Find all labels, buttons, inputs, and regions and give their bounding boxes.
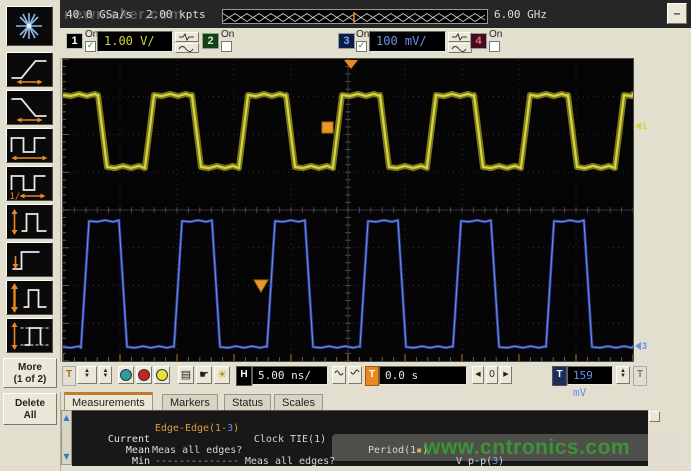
channel-2-button[interactable]: 2: [202, 33, 219, 49]
channel-3-marker-label: 3: [642, 341, 647, 351]
teal-marker-icon: [120, 369, 132, 381]
channel-1-coupling-dc-button[interactable]: [175, 43, 199, 53]
sun-icon: ☀: [217, 369, 227, 381]
scroll-down-icon[interactable]: ▼: [62, 453, 71, 461]
results-tabs: Measurements Markers Status Scales: [62, 392, 632, 410]
hand-icon: ☛: [199, 369, 209, 381]
rise-time-icon[interactable]: [6, 52, 53, 87]
channel-1-coupling: [175, 32, 199, 54]
table-scrollbar[interactable]: ▲ ▼: [61, 410, 72, 465]
screen-copy-button[interactable]: ▤: [178, 366, 194, 384]
sample-rate: 40.0 GSa/s: [66, 8, 132, 21]
status-bar: 40.0 GSa/s 2.00 kpts 6.00 GHz –: [60, 0, 691, 28]
table-row-mean: Mean -------------- -------------- 7.994…: [72, 434, 648, 445]
channel-1-scale[interactable]: 1.00 V/: [97, 31, 173, 52]
timebase-display[interactable]: 5.00 ns/: [252, 366, 328, 385]
horizontal-toolbar: T ▲▼ ▲▼ ▤ ☛ ☀ H 5.00 ns/ T 0.0 s ◀ 0 ▶ T…: [60, 362, 691, 392]
delete-label2: All: [4, 410, 56, 422]
v-base-icon[interactable]: [6, 242, 53, 277]
scroll-up-icon[interactable]: ▲: [62, 414, 71, 422]
table-row-max: Max -------------- -------------- 8.6656…: [72, 456, 648, 466]
tab-measurements[interactable]: Measurements: [64, 392, 153, 410]
channel-3-checkbox[interactable]: ✓: [356, 41, 367, 52]
oscilloscope-screen: 1/: [0, 0, 691, 471]
delay-display[interactable]: 0.0 s: [379, 366, 467, 385]
pan-right-button[interactable]: ▶: [500, 366, 512, 384]
channel-3-button[interactable]: 3: [338, 33, 355, 49]
tab-markers[interactable]: Markers: [162, 394, 218, 410]
brightness-button[interactable]: ☀: [214, 366, 230, 384]
channel-3-scale[interactable]: 100 mV/: [369, 31, 446, 52]
more-button[interactable]: More (1 of 2): [3, 358, 57, 388]
channel-2-on-label: On: [221, 29, 234, 40]
screen-copy-icon: ▤: [181, 369, 191, 381]
channel-1-marker-arrow: [635, 122, 641, 130]
table-corner-button[interactable]: [649, 411, 660, 422]
table-row-current: Current Meas all edges? Meas all edges? …: [72, 423, 648, 434]
delete-label: Delete: [4, 398, 56, 410]
trigger-button[interactable]: T: [552, 366, 567, 386]
minimize-button[interactable]: –: [667, 3, 687, 24]
trigger-t-icon: T: [62, 366, 76, 386]
waveform-display[interactable]: [62, 58, 634, 362]
fine-spinner[interactable]: ▲▼: [99, 366, 112, 384]
svg-text:1/: 1/: [10, 192, 21, 200]
channel-3-marker-arrow: [635, 342, 641, 350]
channel-controls: 1 On ✓ 1.00 V/ 2 On 3 On ✓ 100 mV/ 4 On: [60, 28, 691, 58]
marker-a-button[interactable]: [118, 366, 134, 384]
tab-status[interactable]: Status: [224, 394, 271, 410]
period-icon[interactable]: [6, 128, 53, 163]
tab-scales[interactable]: Scales: [274, 394, 323, 410]
zero-delay-button[interactable]: 0: [486, 366, 498, 384]
channel-2-checkbox[interactable]: [221, 41, 232, 52]
more-page: (1 of 2): [4, 374, 56, 386]
zoom-mode-button[interactable]: [332, 366, 346, 384]
channel-1-level-marker[interactable]: 1: [635, 121, 647, 131]
table-row-min: Min -------------- -------------- 7.3340…: [72, 445, 648, 456]
channel-3-on-label: On: [356, 29, 369, 40]
fall-time-icon[interactable]: [6, 90, 53, 125]
touch-button[interactable]: ☛: [196, 366, 212, 384]
yellow-marker-icon: [156, 369, 168, 381]
channel-3-coupling-ac-button[interactable]: [448, 32, 472, 42]
channel-1-coupling-ac-button[interactable]: [175, 32, 199, 42]
agilent-logo[interactable]: [6, 6, 53, 46]
channel-4-button[interactable]: 4: [470, 33, 487, 49]
pan-left-button[interactable]: ◀: [472, 366, 484, 384]
channel-4-checkbox[interactable]: [489, 41, 500, 52]
channel-1-marker-label: 1: [642, 121, 647, 131]
trigger-level-spinner[interactable]: ▲▼: [616, 366, 630, 384]
channel-1-button[interactable]: 1: [66, 33, 83, 49]
channel-3-level-marker[interactable]: 3: [635, 341, 647, 351]
frequency-icon[interactable]: 1/: [6, 166, 53, 201]
trigger-t-right-icon: T: [633, 366, 647, 386]
trigger-level-display[interactable]: 159 mV: [567, 366, 613, 385]
delete-all-button[interactable]: Delete All: [3, 393, 57, 425]
wave-mode-button[interactable]: [348, 366, 362, 384]
measurement-sidebar: 1/: [0, 0, 61, 471]
channel-3-coupling-dc-button[interactable]: [448, 43, 472, 53]
trigger-time-icon: T: [365, 366, 379, 386]
v-peak-peak-icon[interactable]: [6, 318, 53, 353]
horizontal-button[interactable]: H: [236, 366, 252, 386]
v-amplitude-icon[interactable]: [6, 204, 53, 239]
more-label: More: [4, 362, 56, 374]
v-top-icon[interactable]: [6, 280, 53, 315]
vertical-spinner[interactable]: ▲▼: [77, 366, 97, 384]
red-marker-icon: [138, 369, 150, 381]
marker-c-button[interactable]: [154, 366, 170, 384]
wave-small-icon: [334, 368, 344, 377]
memory-depth: 2.00 kpts: [146, 8, 206, 21]
channel-3-coupling: [448, 32, 472, 54]
measurements-table: Edge-Edge(1-3) Clock TIE(1) Period(1▪) V…: [72, 410, 648, 466]
wave-small-icon-2: [350, 368, 360, 377]
channel-1-checkbox[interactable]: ✓: [85, 41, 96, 52]
bandwidth: 6.00 GHz: [494, 8, 547, 21]
table-header-row: Edge-Edge(1-3) Clock TIE(1) Period(1▪) V…: [72, 412, 648, 423]
acquisition-preview[interactable]: [222, 9, 488, 24]
channel-4-on-label: On: [489, 29, 502, 40]
marker-b-button[interactable]: [136, 366, 152, 384]
